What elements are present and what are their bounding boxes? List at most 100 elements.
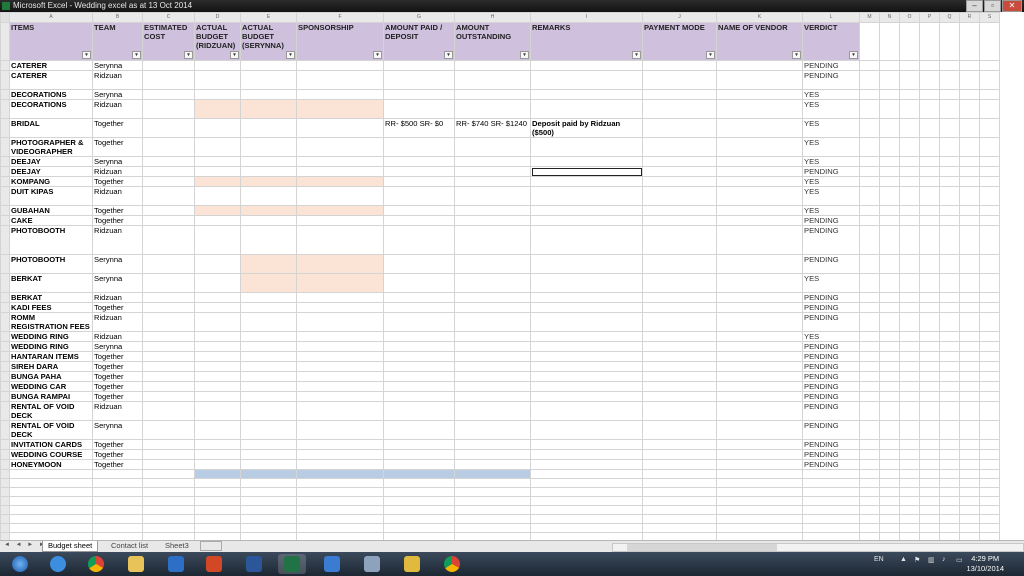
empty-cell[interactable] bbox=[919, 89, 940, 100]
item-cell[interactable]: PHOTOGRAPHER & VIDEOGRAPHER bbox=[9, 137, 93, 157]
row-header[interactable] bbox=[0, 331, 10, 342]
filter-dropdown-icon[interactable]: ▾ bbox=[444, 51, 453, 59]
empty-cell[interactable] bbox=[859, 89, 880, 100]
filter-dropdown-icon[interactable]: ▾ bbox=[132, 51, 141, 59]
empty-cell[interactable] bbox=[979, 361, 1000, 372]
empty-cell[interactable] bbox=[899, 22, 920, 61]
empty-cell[interactable] bbox=[879, 176, 900, 187]
empty-cell[interactable] bbox=[979, 137, 1000, 157]
empty-cell[interactable] bbox=[879, 60, 900, 71]
empty-cell[interactable] bbox=[716, 505, 803, 515]
outstanding-cell[interactable] bbox=[454, 449, 531, 460]
row-header[interactable] bbox=[0, 381, 10, 392]
empty-cell[interactable] bbox=[859, 487, 880, 497]
empty-cell[interactable] bbox=[296, 478, 384, 488]
team-cell[interactable]: Together bbox=[92, 176, 143, 187]
empty-cell[interactable] bbox=[716, 496, 803, 506]
item-cell[interactable]: DECORATIONS bbox=[9, 89, 93, 100]
empty-cell[interactable] bbox=[919, 292, 940, 303]
column-header[interactable]: R bbox=[959, 12, 980, 23]
empty-cell[interactable] bbox=[939, 215, 960, 226]
network-icon[interactable]: ▥ bbox=[928, 556, 935, 564]
paid-cell[interactable] bbox=[383, 459, 455, 470]
outstanding-cell[interactable] bbox=[454, 166, 531, 177]
empty-cell[interactable] bbox=[939, 254, 960, 274]
empty-cell[interactable] bbox=[879, 420, 900, 440]
data-cell[interactable] bbox=[716, 137, 803, 157]
data-cell[interactable] bbox=[296, 391, 384, 402]
verdict-cell[interactable]: PENDING bbox=[802, 166, 860, 177]
verdict-cell[interactable]: PENDING bbox=[802, 60, 860, 71]
total-cell[interactable] bbox=[240, 469, 297, 479]
data-cell[interactable] bbox=[716, 312, 803, 332]
empty-cell[interactable] bbox=[939, 70, 960, 90]
team-cell[interactable]: Together bbox=[92, 371, 143, 382]
empty-cell[interactable] bbox=[899, 439, 920, 450]
paid-cell[interactable] bbox=[383, 273, 455, 293]
data-cell[interactable] bbox=[642, 292, 717, 303]
data-cell[interactable] bbox=[142, 312, 195, 332]
data-cell[interactable] bbox=[716, 341, 803, 352]
empty-cell[interactable] bbox=[859, 273, 880, 293]
empty-cell[interactable] bbox=[959, 459, 980, 470]
empty-cell[interactable] bbox=[879, 487, 900, 497]
item-cell[interactable]: INVITATION CARDS bbox=[9, 439, 93, 450]
empty-cell[interactable] bbox=[939, 118, 960, 138]
data-cell[interactable] bbox=[240, 302, 297, 313]
empty-cell[interactable] bbox=[939, 381, 960, 392]
data-cell[interactable] bbox=[642, 118, 717, 138]
remarks-cell[interactable] bbox=[530, 215, 643, 226]
tab-sheet3[interactable]: Sheet3 bbox=[160, 541, 194, 551]
data-cell[interactable] bbox=[296, 459, 384, 470]
empty-cell[interactable] bbox=[959, 22, 980, 61]
data-cell[interactable] bbox=[194, 99, 241, 119]
empty-cell[interactable] bbox=[879, 449, 900, 460]
paid-cell[interactable] bbox=[383, 186, 455, 206]
empty-cell[interactable] bbox=[959, 532, 980, 540]
data-cell[interactable] bbox=[194, 89, 241, 100]
empty-cell[interactable] bbox=[859, 254, 880, 274]
remarks-cell[interactable] bbox=[530, 302, 643, 313]
empty-cell[interactable] bbox=[939, 505, 960, 515]
empty-cell[interactable] bbox=[919, 371, 940, 382]
empty-cell[interactable] bbox=[879, 401, 900, 421]
empty-cell[interactable] bbox=[240, 496, 297, 506]
empty-cell[interactable] bbox=[142, 496, 195, 506]
verdict-cell[interactable]: YES bbox=[802, 331, 860, 342]
empty-cell[interactable] bbox=[939, 391, 960, 402]
row-header[interactable] bbox=[0, 459, 10, 470]
empty-cell[interactable] bbox=[92, 505, 143, 515]
data-cell[interactable] bbox=[296, 371, 384, 382]
empty-cell[interactable] bbox=[919, 99, 940, 119]
remarks-cell[interactable] bbox=[530, 254, 643, 274]
empty-cell[interactable] bbox=[879, 273, 900, 293]
empty-cell[interactable] bbox=[939, 205, 960, 216]
empty-cell[interactable] bbox=[919, 254, 940, 274]
empty-cell[interactable] bbox=[959, 523, 980, 533]
empty-cell[interactable] bbox=[899, 99, 920, 119]
empty-cell[interactable] bbox=[194, 532, 241, 540]
empty-cell[interactable] bbox=[899, 381, 920, 392]
empty-cell[interactable] bbox=[919, 439, 940, 450]
empty-cell[interactable] bbox=[240, 514, 297, 524]
verdict-cell[interactable]: YES bbox=[802, 156, 860, 167]
empty-cell[interactable] bbox=[919, 496, 940, 506]
empty-cell[interactable] bbox=[879, 99, 900, 119]
empty-cell[interactable] bbox=[92, 514, 143, 524]
team-cell[interactable]: Ridzuan bbox=[92, 99, 143, 119]
verdict-cell[interactable]: YES bbox=[802, 137, 860, 157]
empty-cell[interactable] bbox=[959, 496, 980, 506]
empty-cell[interactable] bbox=[642, 514, 717, 524]
empty-cell[interactable] bbox=[899, 361, 920, 372]
total-cell[interactable] bbox=[454, 469, 531, 479]
remarks-cell[interactable] bbox=[530, 449, 643, 460]
data-cell[interactable] bbox=[240, 205, 297, 216]
empty-cell[interactable] bbox=[879, 532, 900, 540]
team-cell[interactable]: Together bbox=[92, 137, 143, 157]
tray-arrow-icon[interactable]: ▲ bbox=[900, 556, 907, 563]
data-cell[interactable] bbox=[194, 186, 241, 206]
volume-icon[interactable]: ♪ bbox=[942, 556, 946, 563]
empty-cell[interactable] bbox=[296, 496, 384, 506]
empty-cell[interactable] bbox=[959, 505, 980, 515]
empty-cell[interactable] bbox=[939, 331, 960, 342]
